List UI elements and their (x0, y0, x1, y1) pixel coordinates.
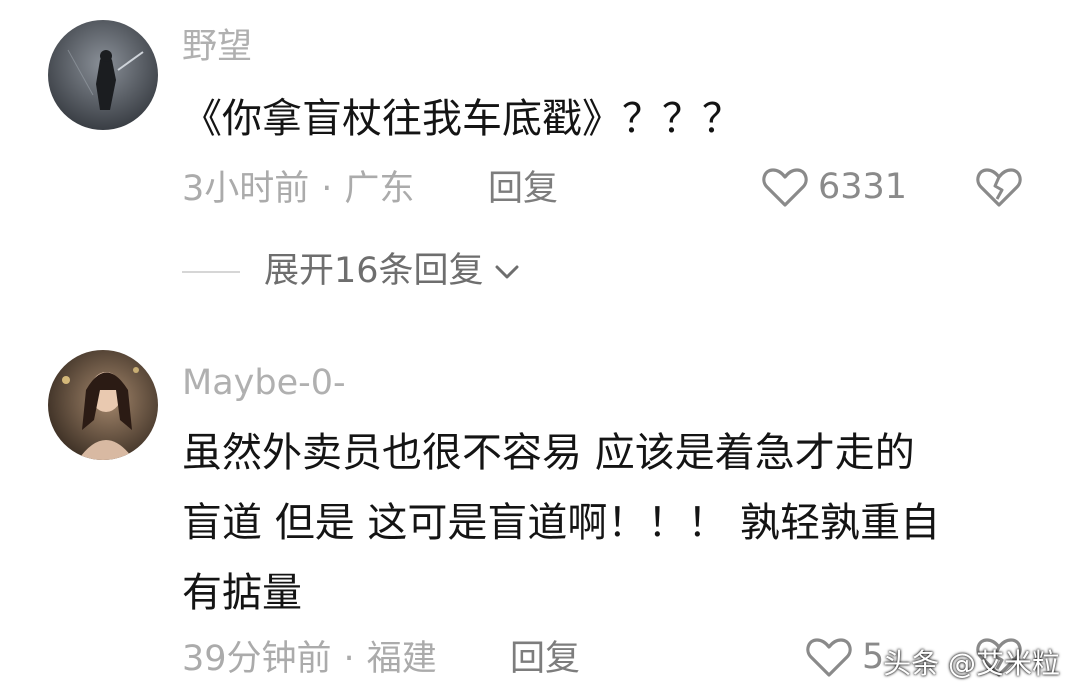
comment-list: 野望 《你拿盲杖往我车底戳》？？？ 3小时前 · 广东 回复 6331 展开16条回… (0, 0, 1080, 694)
heart-outline-icon (762, 168, 808, 207)
like-button[interactable]: 6331 (762, 166, 907, 208)
broken-heart-icon (976, 168, 1022, 207)
comment-text: 《你拿盲杖往我车底戳》？？？ (182, 96, 742, 142)
comment-username[interactable]: Maybe-0- (182, 366, 346, 401)
divider-line (182, 270, 240, 273)
expand-replies-button[interactable]: 展开16条回复 (182, 254, 522, 289)
meta-separator: · (343, 639, 355, 679)
comment-meta: 3小时前 · 广东 (182, 172, 414, 207)
expand-replies-label: 展开16条回复 (264, 251, 484, 291)
avatar[interactable] (48, 350, 158, 460)
meta-separator: · (321, 169, 333, 209)
comment-time: 3小时前 (182, 169, 310, 209)
avatar[interactable] (48, 20, 158, 130)
comment-text-line: 有掂量 (182, 570, 302, 616)
comment-meta: 39分钟前 · 福建 (182, 642, 437, 677)
avatar-image (48, 350, 158, 460)
heart-outline-icon (806, 638, 852, 677)
comment-time: 39分钟前 (182, 639, 332, 679)
reply-button[interactable]: 回复 (488, 172, 558, 207)
like-button[interactable]: 5 (806, 636, 884, 678)
comment-location: 广东 (344, 169, 415, 209)
comment-username[interactable]: 野望 (182, 30, 252, 65)
comment-text-line: 虽然外卖员也很不容易 应该是着急才走的 (182, 430, 915, 476)
watermark: 头条 @艾米粒 (883, 647, 1060, 680)
chevron-down-icon (495, 265, 519, 278)
like-count: 6331 (818, 166, 908, 207)
comment-location: 福建 (366, 639, 437, 679)
reply-button[interactable]: 回复 (510, 642, 580, 677)
comment-text: 虽然外卖员也很不容易 应该是着急才走的 盲道 但是 这可是盲道啊！！！ 孰轻孰重… (182, 418, 1020, 628)
avatar-image (48, 20, 158, 130)
comment-text-line: 盲道 但是 这可是盲道啊！！！ 孰轻孰重自 (182, 500, 941, 546)
like-count: 5 (862, 636, 885, 677)
dislike-button[interactable] (976, 166, 1022, 212)
